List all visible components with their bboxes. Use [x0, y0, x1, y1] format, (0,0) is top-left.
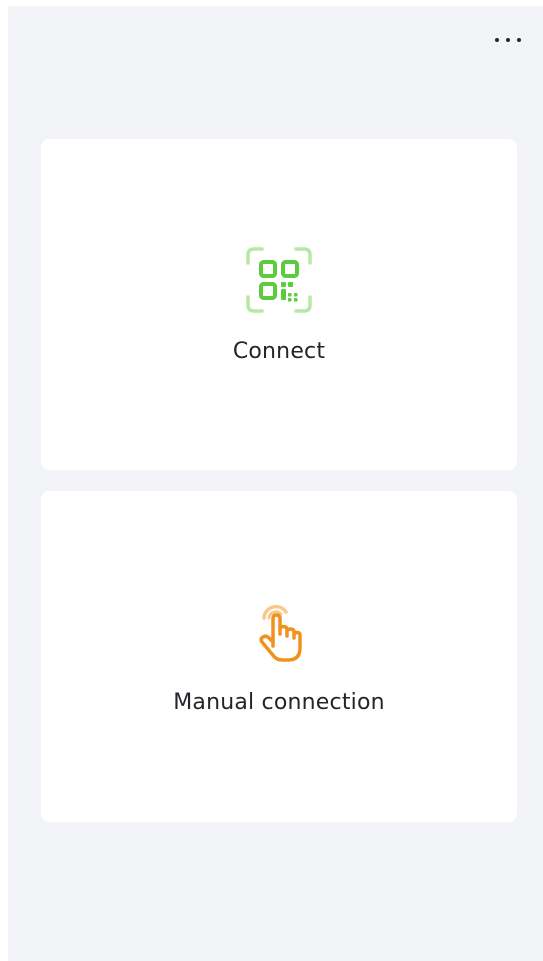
qr-code-scan-icon [246, 247, 312, 313]
tap-hand-icon [259, 604, 302, 662]
more-dot [517, 38, 521, 42]
connection-screen: Connect Manual connection [8, 6, 543, 961]
more-dot [506, 38, 510, 42]
more-menu-button[interactable] [487, 26, 529, 54]
manual-connection-card[interactable]: Manual connection [41, 491, 517, 822]
more-dot [495, 38, 499, 42]
connect-label: Connect [232, 339, 326, 364]
scan-connect-card[interactable]: Connect [41, 139, 517, 470]
manual-connection-label: Manual connection [173, 690, 385, 715]
